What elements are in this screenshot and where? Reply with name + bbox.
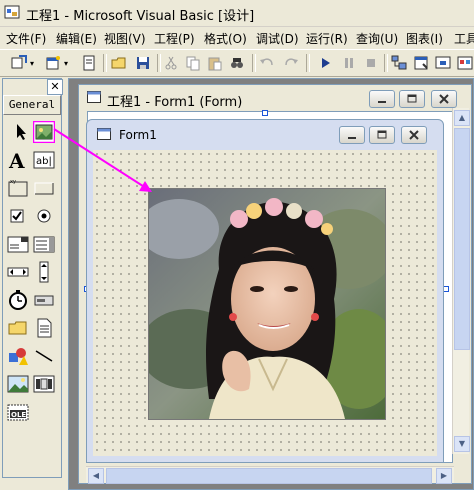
annotation-arrow [53,128,152,192]
horizontal-scrollbar[interactable]: ◀ ▶ [86,466,454,484]
scroll-up-icon[interactable]: ▲ [454,110,470,126]
scroll-right-icon[interactable]: ▶ [436,468,452,484]
scroll-thumb-horizontal[interactable] [106,468,432,484]
scroll-thumb-vertical[interactable] [454,128,470,350]
vertical-scrollbar[interactable]: ▲ ▼ [452,108,470,454]
scroll-down-icon[interactable]: ▼ [454,436,470,452]
scroll-left-icon[interactable]: ◀ [88,468,104,484]
